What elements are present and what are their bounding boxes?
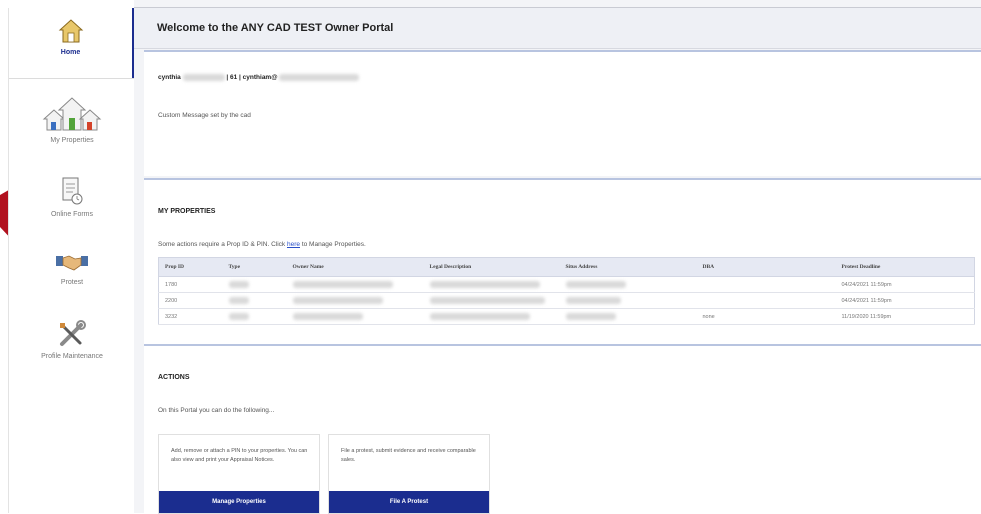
table-row[interactable]: 3232 none 11/19/2020 11:59pm — [158, 308, 975, 325]
my-properties-card: MY PROPERTIES Some actions require a Pro… — [144, 178, 981, 344]
redacted-cell — [286, 308, 424, 325]
column-header[interactable]: Owner Name — [286, 257, 424, 277]
divider — [9, 78, 135, 79]
dba-cell — [696, 292, 836, 309]
redacted-cell — [423, 276, 560, 293]
section-title: ACTIONS — [158, 374, 190, 381]
deadline-cell: 04/24/2021 11:59pm — [835, 276, 975, 293]
user-name: cynthia — [158, 74, 181, 82]
column-header[interactable]: Prop ID — [158, 257, 223, 277]
redacted-cell — [559, 276, 697, 293]
houses-icon — [42, 97, 102, 131]
sidebar-item-label: Online Forms — [50, 211, 93, 218]
main-content: Welcome to the ANY CAD TEST Owner Portal… — [134, 0, 981, 514]
redacted-text — [279, 74, 360, 81]
prop-id-cell: 1780 — [158, 276, 223, 293]
note-text: to Manage Properties. — [301, 241, 366, 248]
manage-properties-button[interactable]: Manage Properties — [159, 491, 319, 513]
sidebar-item-label: Profile Maintenance — [41, 353, 103, 360]
sidebar: Home My Properties Online Forms Protest … — [8, 8, 135, 513]
home-icon — [58, 19, 83, 43]
redacted-text — [182, 74, 225, 81]
deadline-cell: 11/19/2020 11:59pm — [835, 308, 975, 325]
sidebar-item-label: Home — [60, 49, 81, 56]
card-description: File a protest, submit evidence and rece… — [341, 448, 476, 463]
page-header: Welcome to the ANY CAD TEST Owner Portal — [134, 7, 981, 49]
dba-cell — [696, 276, 836, 293]
welcome-card: cynthia | 61 | cynthiam@ Custom Message … — [144, 50, 981, 176]
file-protest-card: File a protest, submit evidence and rece… — [328, 434, 490, 514]
redacted-cell — [423, 292, 560, 309]
user-info: cynthia | 61 | cynthiam@ — [158, 74, 360, 82]
properties-note: Some actions require a Prop ID & PIN. Cl… — [158, 241, 366, 248]
card-description: Add, remove or attach a PIN to your prop… — [171, 448, 308, 463]
redacted-cell — [559, 292, 697, 309]
forms-icon — [62, 177, 83, 205]
sidebar-item-label: Protest — [60, 279, 84, 286]
actions-card: ACTIONS On this Portal you can do the fo… — [144, 344, 981, 514]
column-header[interactable]: Legal Description — [423, 257, 560, 277]
sidebar-item-profile-maintenance[interactable]: Profile Maintenance — [9, 320, 135, 380]
deadline-cell: 04/24/2021 11:59pm — [835, 292, 975, 309]
table-header-row: Prop ID Type Owner Name Legal Descriptio… — [158, 257, 975, 277]
column-header[interactable]: Situs Address — [559, 257, 697, 277]
dba-cell: none — [696, 308, 836, 325]
column-header[interactable]: Protest Deadline — [835, 257, 975, 277]
redacted-cell — [222, 292, 287, 309]
prop-id-cell: 3232 — [158, 308, 223, 325]
redacted-cell — [222, 276, 287, 293]
custom-message: Custom Message set by the cad — [158, 112, 251, 119]
sidebar-item-protest[interactable]: Protest — [9, 250, 135, 310]
sidebar-item-label: My Properties — [50, 137, 94, 144]
redacted-cell — [286, 276, 424, 293]
sidebar-item-home[interactable]: Home — [9, 8, 135, 78]
manage-properties-card: Add, remove or attach a PIN to your prop… — [158, 434, 320, 514]
note-text: Some actions require a Prop ID & PIN. Cl… — [158, 241, 286, 248]
redacted-cell — [423, 308, 560, 325]
user-id-email: | 61 | cynthiam@ — [226, 74, 278, 82]
table-row[interactable]: 2200 04/24/2021 11:59pm — [158, 292, 975, 309]
tools-icon — [60, 320, 86, 346]
page-title: Welcome to the ANY CAD TEST Owner Portal — [157, 22, 394, 34]
actions-intro: On this Portal you can do the following.… — [158, 407, 275, 414]
file-protest-button[interactable]: File A Protest — [329, 491, 489, 513]
redacted-cell — [559, 308, 697, 325]
handshake-icon — [56, 255, 88, 271]
portal-window: Home My Properties Online Forms Protest … — [0, 0, 981, 514]
sidebar-item-online-forms[interactable]: Online Forms — [9, 176, 135, 236]
sidebar-item-my-properties[interactable]: My Properties — [9, 96, 135, 166]
prop-id-cell: 2200 — [158, 292, 223, 309]
redacted-cell — [286, 292, 424, 309]
section-title: MY PROPERTIES — [158, 208, 216, 215]
column-header[interactable]: DBA — [696, 257, 836, 277]
column-header[interactable]: Type — [222, 257, 287, 277]
table-row[interactable]: 1780 04/24/2021 11:59pm — [158, 276, 975, 293]
manage-properties-link[interactable]: here — [287, 241, 300, 248]
properties-table: Prop ID Type Owner Name Legal Descriptio… — [158, 257, 975, 325]
redacted-cell — [222, 308, 287, 325]
